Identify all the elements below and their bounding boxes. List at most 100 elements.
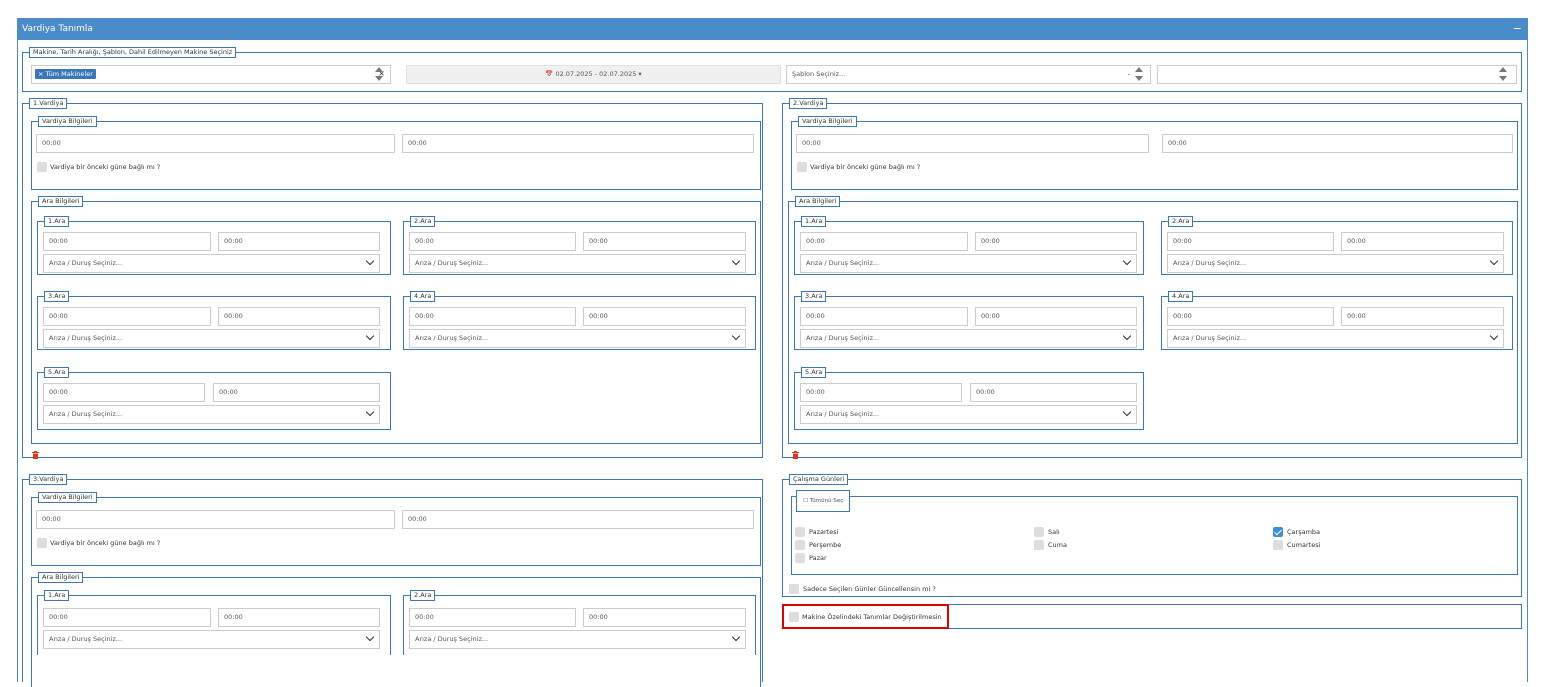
break-4: 4.Ara 00:00 00:00 Arıza / Duruş Seçiniz.… bbox=[403, 291, 756, 350]
break-start-input[interactable]: 00:00 bbox=[43, 383, 205, 402]
shift-start-input[interactable]: 00:00 bbox=[796, 134, 1149, 153]
fault-select[interactable]: Arıza / Duruş Seçiniz... bbox=[43, 329, 380, 348]
break-end-input[interactable]: 00:00 bbox=[583, 232, 746, 251]
break-start-input[interactable]: 00:00 bbox=[800, 232, 968, 251]
break-end-input[interactable]: 00:00 bbox=[218, 307, 380, 326]
chevron-down-icon bbox=[731, 256, 741, 266]
shift-1-info: Vardiya Bilgileri 00:00 00:00 Vardiya bi… bbox=[31, 116, 761, 190]
template-spinner-icon[interactable] bbox=[1135, 67, 1143, 81]
panel-header: Vardiya Tanımla − bbox=[17, 18, 1528, 40]
day-checkbox-carsamba[interactable] bbox=[1273, 527, 1283, 537]
day-checkbox-cuma[interactable] bbox=[1034, 540, 1044, 550]
break-3: 3.Ara 00:00 00:00 Arıza / Duruş Seçiniz.… bbox=[794, 291, 1144, 350]
break-end-input[interactable]: 00:00 bbox=[583, 608, 746, 627]
fault-placeholder: Arıza / Duruş Seçiniz... bbox=[806, 334, 880, 342]
chevron-down-icon bbox=[1122, 256, 1132, 266]
break-start-input[interactable]: 00:00 bbox=[800, 307, 968, 326]
break-start-input[interactable]: 00:00 bbox=[1167, 232, 1334, 251]
break-start-input[interactable]: 00:00 bbox=[43, 307, 211, 326]
break-start-input[interactable]: 00:00 bbox=[800, 383, 962, 402]
machine-specific-checkbox[interactable] bbox=[789, 612, 799, 622]
day-checkbox-cumartesi[interactable] bbox=[1273, 540, 1283, 550]
break-start-input[interactable]: 00:00 bbox=[409, 232, 576, 251]
break-end-input[interactable]: 00:00 bbox=[975, 307, 1137, 326]
fault-select[interactable]: Arıza / Duruş Seçiniz... bbox=[1167, 254, 1504, 273]
fault-placeholder: Arıza / Duruş Seçiniz... bbox=[49, 410, 123, 418]
break-end-input[interactable]: 00:00 bbox=[218, 232, 380, 251]
fault-select[interactable]: Arıza / Duruş Seçiniz... bbox=[409, 329, 746, 348]
break-start-input[interactable]: 00:00 bbox=[409, 608, 576, 627]
break-2: 2.Ara 00:00 00:00 Arıza / Duruş Seçiniz.… bbox=[403, 216, 756, 275]
fault-placeholder: Arıza / Duruş Seçiniz... bbox=[415, 635, 489, 643]
shift-2-legend: 2.Vardiya bbox=[789, 98, 828, 109]
break-end-input[interactable]: 00:00 bbox=[213, 383, 380, 402]
shift-start-input[interactable]: 00:00 bbox=[36, 510, 395, 529]
shift-start-input[interactable]: 00:00 bbox=[36, 134, 395, 153]
fault-select[interactable]: Arıza / Duruş Seçiniz... bbox=[409, 630, 746, 649]
day-checkbox-sali[interactable] bbox=[1034, 527, 1044, 537]
chevron-down-icon bbox=[365, 256, 375, 266]
shift-1-breaks: Ara Bilgileri 1.Ara 00:00 00:00 Arıza / … bbox=[31, 196, 761, 444]
collapse-icon[interactable]: − bbox=[1513, 18, 1522, 40]
fault-select[interactable]: Arıza / Duruş Seçiniz... bbox=[1167, 329, 1504, 348]
date-range-picker[interactable]: 📅 02.07.2025 - 02.07.2025 ▾ bbox=[406, 65, 781, 84]
day-checkbox-persembe[interactable] bbox=[795, 540, 805, 550]
break-end-input[interactable]: 00:00 bbox=[583, 307, 746, 326]
shift-info-legend: Vardiya Bilgileri bbox=[38, 492, 97, 503]
chevron-down-icon bbox=[1122, 331, 1132, 341]
template-clear-icon[interactable]: - bbox=[1128, 69, 1130, 79]
machine-select[interactable]: × Tüm Makineler × bbox=[31, 65, 391, 84]
shift-3-info: Vardiya Bilgileri 00:00 00:00 Vardiya bi… bbox=[31, 492, 761, 566]
shift-2-info: Vardiya Bilgileri 00:00 00:00 Vardiya bi… bbox=[791, 116, 1518, 190]
shift-3-fieldset: 3.Vardiya Vardiya Bilgileri 00:00 00:00 … bbox=[22, 474, 763, 687]
chevron-down-icon bbox=[731, 632, 741, 642]
previous-day-checkbox[interactable] bbox=[37, 538, 47, 548]
break-1: 1.Ara 00:00 00:00 Arıza / Duruş Seçiniz.… bbox=[37, 216, 391, 275]
shift-3-breaks: Ara Bilgileri 1.Ara 00:00 00:00 Arıza / … bbox=[31, 572, 761, 687]
only-selected-days-checkbox[interactable] bbox=[789, 584, 799, 594]
shift-end-input[interactable]: 00:00 bbox=[402, 134, 754, 153]
template-select[interactable]: Şablon Seçiniz... - bbox=[786, 65, 1151, 84]
work-days-fieldset: Çalışma Günleri ☐ Tümünü Seç Pazartesi S… bbox=[782, 474, 1522, 597]
machine-tag[interactable]: × Tüm Makineler bbox=[35, 69, 96, 79]
fault-select[interactable]: Arıza / Duruş Seçiniz... bbox=[409, 254, 746, 273]
shift-end-input[interactable]: 00:00 bbox=[402, 510, 754, 529]
break-start-input[interactable]: 00:00 bbox=[1167, 307, 1334, 326]
break-5: 5.Ara 00:00 00:00 Arıza / Duruş Seçiniz.… bbox=[37, 367, 391, 430]
break-end-input[interactable]: 00:00 bbox=[1341, 307, 1504, 326]
fault-select[interactable]: Arıza / Duruş Seçiniz... bbox=[43, 405, 380, 424]
filter-legend: Makine, Tarih Aralığı, Şablon, Dahil Edi… bbox=[29, 47, 237, 58]
machine-spinner-icon[interactable] bbox=[375, 67, 383, 81]
break-3: 3.Ara 00:00 00:00 Arıza / Duruş Seçiniz.… bbox=[37, 291, 391, 350]
day-checkbox-pazartesi[interactable] bbox=[795, 527, 805, 537]
fault-select[interactable]: Arıza / Duruş Seçiniz... bbox=[43, 254, 380, 273]
break-end-input[interactable]: 00:00 bbox=[1341, 232, 1504, 251]
break-end-input[interactable]: 00:00 bbox=[970, 383, 1137, 402]
excluded-machine-select[interactable] bbox=[1157, 65, 1517, 84]
fault-select[interactable]: Arıza / Duruş Seçiniz... bbox=[800, 405, 1137, 424]
day-label: Cuma bbox=[1048, 541, 1067, 549]
fault-select[interactable]: Arıza / Duruş Seçiniz... bbox=[800, 329, 1137, 348]
break-end-input[interactable]: 00:00 bbox=[975, 232, 1137, 251]
shift-end-input[interactable]: 00:00 bbox=[1162, 134, 1513, 153]
trash-icon[interactable] bbox=[792, 451, 799, 459]
breaks-legend: Ara Bilgileri bbox=[795, 196, 841, 207]
break-end-input[interactable]: 00:00 bbox=[218, 608, 380, 627]
previous-day-label: Vardiya bir önceki güne bağlı mı ? bbox=[810, 163, 921, 171]
only-selected-days-label: Sadece Seçilen Günler Güncellensin mi ? bbox=[803, 585, 936, 593]
fault-select[interactable]: Arıza / Duruş Seçiniz... bbox=[43, 630, 380, 649]
panel-title: Vardiya Tanımla bbox=[22, 24, 93, 34]
break-legend: 3.Ara bbox=[44, 291, 70, 302]
break-start-input[interactable]: 00:00 bbox=[43, 232, 211, 251]
day-checkbox-pazar[interactable] bbox=[795, 553, 805, 563]
break-start-input[interactable]: 00:00 bbox=[409, 307, 576, 326]
fault-select[interactable]: Arıza / Duruş Seçiniz... bbox=[800, 254, 1137, 273]
excluded-spinner-icon[interactable] bbox=[1499, 67, 1507, 81]
previous-day-label: Vardiya bir önceki güne bağlı mı ? bbox=[50, 539, 161, 547]
breaks-legend: Ara Bilgileri bbox=[38, 572, 84, 583]
break-start-input[interactable]: 00:00 bbox=[43, 608, 211, 627]
select-all-button[interactable]: ☐ Tümünü Seç bbox=[796, 490, 851, 512]
previous-day-checkbox[interactable] bbox=[797, 162, 807, 172]
trash-icon[interactable] bbox=[32, 451, 39, 459]
previous-day-checkbox[interactable] bbox=[37, 162, 47, 172]
